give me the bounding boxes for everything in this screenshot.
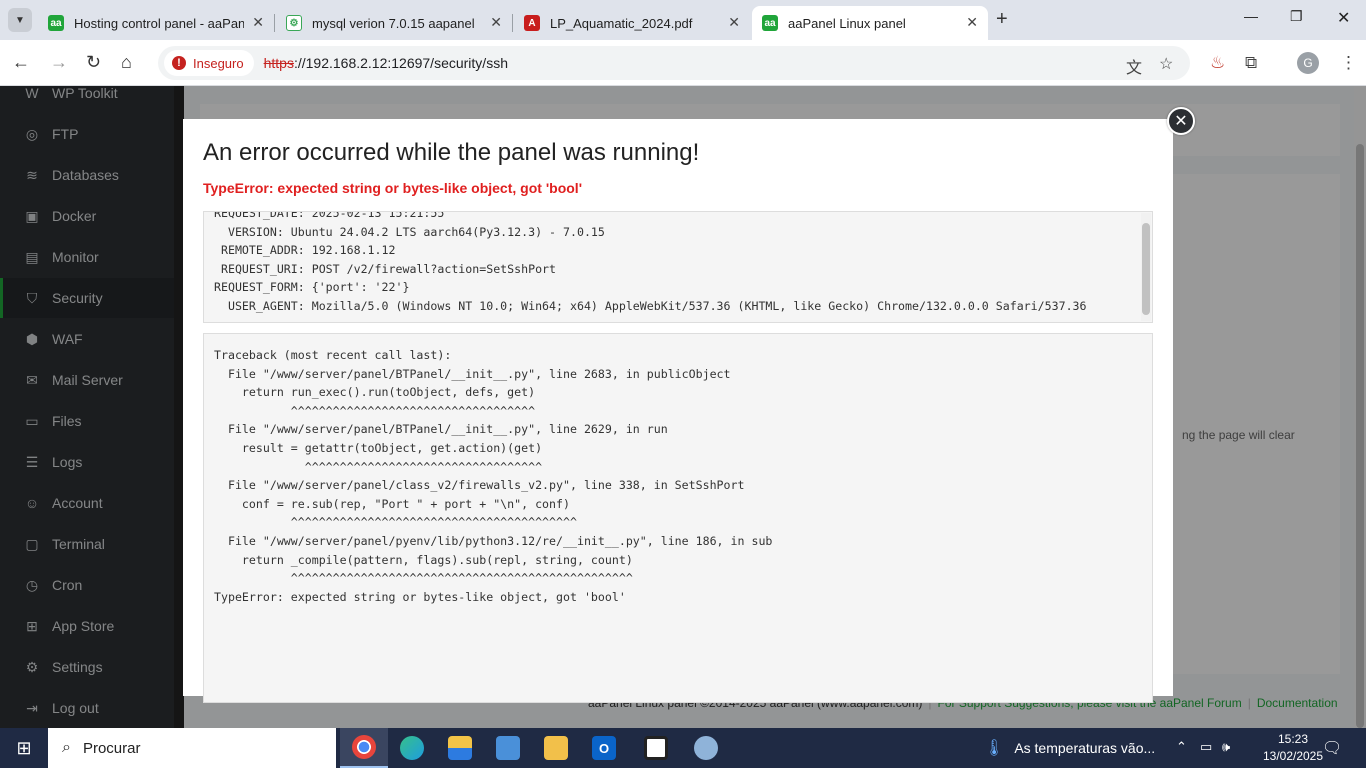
pdf-icon: A bbox=[524, 15, 540, 31]
minimize-button[interactable]: — bbox=[1244, 8, 1258, 24]
taskbar-weather[interactable]: 🌡 As temperaturas vão... bbox=[984, 728, 1155, 768]
request-info-scrollbar[interactable] bbox=[1141, 213, 1151, 321]
traceback-text: Traceback (most recent call last): File … bbox=[214, 348, 773, 604]
dialog-error-message: TypeError: expected string or bytes-like… bbox=[203, 180, 583, 196]
volume-icon[interactable]: 🕪 bbox=[1222, 739, 1230, 755]
insecure-label: Inseguro bbox=[193, 55, 244, 71]
forum-icon: ⚙ bbox=[286, 15, 302, 31]
tab-title: LP_Aquamatic_2024.pdf bbox=[550, 15, 693, 31]
search-icon: ⌕ bbox=[62, 739, 71, 756]
aapanel-icon: aa bbox=[762, 15, 778, 31]
warning-icon: ! bbox=[172, 56, 186, 70]
windows-taskbar: ⊞ ⌕ Procurar O 🌡 As temperaturas vão... … bbox=[0, 728, 1366, 768]
browser-tab-strip: ▼ aa Hosting control panel - aaPanel ✕ ⚙… bbox=[0, 0, 1366, 40]
extensions-puzzle-icon[interactable]: ⧉ bbox=[1245, 53, 1257, 73]
security-indicator[interactable]: ! Inseguro bbox=[164, 50, 254, 76]
url-path: ://192.168.2.12:12697/security/ssh bbox=[293, 55, 508, 71]
file-explorer-icon bbox=[544, 736, 568, 760]
notification-icon[interactable]: 🗨 bbox=[1322, 738, 1342, 758]
home-button[interactable]: ⌂ bbox=[121, 52, 132, 73]
menu-kebab-icon[interactable]: ⋮ bbox=[1340, 53, 1357, 73]
app-icon bbox=[496, 736, 520, 760]
profile-avatar[interactable]: G bbox=[1297, 52, 1319, 74]
back-button[interactable]: ← bbox=[12, 52, 30, 73]
url-text[interactable]: https://192.168.2.12:12697/security/ssh bbox=[264, 55, 508, 71]
plus-icon: + bbox=[996, 8, 1008, 30]
request-info-text: REQUEST_DATE: 2025-02-13 15:21:55 VERSIO… bbox=[214, 211, 1087, 313]
dialog-close-button[interactable]: ✕ bbox=[1167, 107, 1195, 135]
error-dialog: An error occurred while the panel was ru… bbox=[183, 119, 1173, 703]
paint-icon bbox=[694, 736, 718, 760]
tab-title: mysql verion 7.0.15 aapanel - a bbox=[312, 15, 478, 31]
clock-time: 15:23 bbox=[1277, 732, 1309, 746]
close-window-button[interactable]: ✕ bbox=[1337, 8, 1350, 28]
edge-icon bbox=[400, 736, 424, 760]
browser-tab-3[interactable]: A LP_Aquamatic_2024.pdf ✕ bbox=[514, 6, 750, 40]
tab-title: aaPanel Linux panel bbox=[788, 15, 906, 31]
taskbar-search[interactable]: ⌕ Procurar bbox=[48, 728, 336, 768]
thermometer-icon: 🌡 bbox=[984, 740, 1005, 757]
close-tab-icon[interactable]: ✕ bbox=[252, 14, 264, 31]
taskbar-app-explorer[interactable] bbox=[532, 728, 580, 768]
tab-title: Hosting control panel - aaPanel bbox=[74, 15, 244, 31]
chevron-down-icon: ▼ bbox=[15, 14, 25, 26]
bookmark-star-icon[interactable]: ☆ bbox=[1159, 54, 1173, 74]
forward-button[interactable]: → bbox=[50, 52, 68, 73]
taskbar-app-edge[interactable] bbox=[388, 728, 436, 768]
close-tab-icon[interactable]: ✕ bbox=[728, 14, 740, 31]
request-info-scrollbar-thumb[interactable] bbox=[1142, 223, 1150, 315]
taskbar-app-outlook[interactable]: O bbox=[580, 728, 628, 768]
taskbar-app-chrome[interactable] bbox=[340, 728, 388, 768]
request-info-box[interactable]: REQUEST_DATE: 2025-02-13 15:21:55 VERSIO… bbox=[203, 211, 1153, 323]
chrome-icon bbox=[352, 735, 376, 759]
outlook-icon: O bbox=[592, 736, 616, 760]
browser-tab-1[interactable]: aa Hosting control panel - aaPanel ✕ bbox=[38, 6, 274, 40]
chevron-up-icon[interactable]: ⌃ bbox=[1176, 739, 1187, 755]
battery-icon[interactable]: ▭ bbox=[1200, 739, 1212, 755]
dialog-title: An error occurred while the panel was ru… bbox=[203, 139, 700, 166]
taskbar-app-paint[interactable] bbox=[682, 728, 730, 768]
browser-tab-2[interactable]: ⚙ mysql verion 7.0.15 aapanel - a ✕ bbox=[276, 6, 512, 40]
taskbar-clock[interactable]: 15:23 13/02/2025 bbox=[1258, 731, 1328, 765]
address-bar[interactable]: ! Inseguro https://192.168.2.12:12697/se… bbox=[158, 46, 1190, 80]
taskbar-app-4[interactable] bbox=[484, 728, 532, 768]
taskbar-app-7[interactable] bbox=[632, 728, 680, 768]
traceback-box[interactable]: Traceback (most recent call last): File … bbox=[203, 333, 1153, 703]
start-button[interactable]: ⊞ bbox=[0, 728, 48, 768]
extension-icon[interactable]: ♨ bbox=[1210, 53, 1225, 73]
app-black-icon bbox=[644, 736, 668, 760]
new-tab-button[interactable]: + bbox=[996, 8, 1008, 31]
reload-button[interactable]: ↻ bbox=[86, 52, 101, 73]
close-icon: ✕ bbox=[1174, 113, 1188, 130]
restore-button[interactable]: ❐ bbox=[1290, 8, 1303, 25]
close-tab-icon[interactable]: ✕ bbox=[490, 14, 502, 31]
aapanel-icon: aa bbox=[48, 15, 64, 31]
taskbar-search-label: Procurar bbox=[82, 739, 141, 757]
taskbar-app-store[interactable] bbox=[436, 728, 484, 768]
browser-toolbar: ← → ↻ ⌂ ! Inseguro https://192.168.2.12:… bbox=[0, 40, 1366, 86]
tab-search-button[interactable]: ▼ bbox=[8, 8, 32, 32]
clock-date: 13/02/2025 bbox=[1262, 749, 1324, 763]
weather-text: As temperaturas vão... bbox=[1014, 740, 1156, 756]
windows-logo-icon: ⊞ bbox=[16, 737, 32, 758]
translate-icon[interactable]: 文 bbox=[1126, 54, 1142, 78]
store-icon bbox=[448, 736, 472, 760]
url-scheme: https bbox=[263, 55, 294, 71]
browser-tab-4[interactable]: aa aaPanel Linux panel ✕ bbox=[752, 6, 988, 40]
close-tab-icon[interactable]: ✕ bbox=[966, 14, 978, 31]
